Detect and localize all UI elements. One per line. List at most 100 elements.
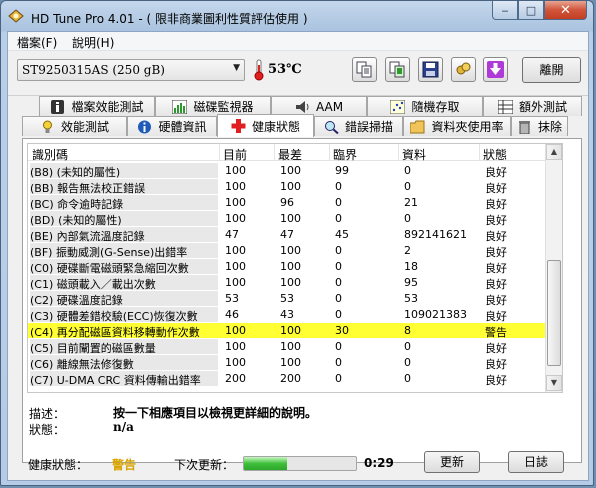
tab-erase[interactable]: 抹除 <box>511 116 568 136</box>
cell-id: (C7) U-DMA CRC 資料傳輸出錯率 <box>30 371 218 386</box>
scroll-up-icon[interactable]: ▲ <box>546 144 562 160</box>
cell-data: 0 <box>404 356 411 369</box>
hd-tune-app-icon <box>8 9 24 23</box>
table-row[interactable]: (BD) (未知的屬性) 100 100 0 0 良好 <box>28 211 562 227</box>
cell-threshold: 0 <box>335 340 342 353</box>
cell-current: 100 <box>225 324 246 337</box>
cell-worst: 100 <box>280 244 301 257</box>
tab-benchmark[interactable]: 效能測試 <box>22 116 127 136</box>
table-row[interactable]: (BC) 命令逾時記錄 100 96 0 21 良好 <box>28 195 562 211</box>
column-divider[interactable] <box>479 144 480 161</box>
tab-label: 硬體資訊 <box>158 120 207 134</box>
cell-id: (BE) 內部氣流溫度記錄 <box>30 227 218 242</box>
tab-info[interactable]: 硬體資訊 <box>127 116 217 136</box>
toolbar: ST9250315AS (250 gB) ▼ 53℃ 離開 <box>8 52 588 96</box>
vertical-scrollbar[interactable]: ▲ ▼ <box>545 144 562 392</box>
minimize-button[interactable]: ‒ <box>492 1 518 20</box>
cell-id: (C3) 硬體差錯校驗(ECC)恢復次數 <box>30 307 218 322</box>
cell-data: 95 <box>404 276 418 289</box>
smart-table-header: 識別碼 目前 最差 臨界 資料 狀態 <box>28 144 562 163</box>
cell-data: 2 <box>404 244 411 257</box>
column-divider[interactable] <box>219 144 220 161</box>
title-bar[interactable]: HD Tune Pro 4.01 - ( 限非商業圖利性質評估使用 ) ‒ □ … <box>1 1 593 31</box>
cell-worst: 96 <box>280 196 294 209</box>
health-status-value: 警告 <box>112 458 137 472</box>
column-divider[interactable] <box>274 144 275 161</box>
column-divider[interactable] <box>329 144 330 161</box>
tab-aam[interactable]: AAM <box>271 96 367 116</box>
tab-label: 檔案效能測試 <box>71 100 144 114</box>
speaker-icon <box>295 100 309 113</box>
tab-extra-tests[interactable]: 額外測試 <box>483 96 582 116</box>
update-button[interactable]: 更新 <box>424 451 480 473</box>
maximize-button[interactable]: □ <box>518 1 544 20</box>
cell-data: 0 <box>404 212 411 225</box>
copy-screenshot-button[interactable] <box>385 57 410 82</box>
tab-folder-usage[interactable]: 資料夾使用率 <box>403 116 511 136</box>
save-button[interactable] <box>418 57 443 82</box>
window-title: HD Tune Pro 4.01 - ( 限非商業圖利性質評估使用 ) <box>31 12 308 26</box>
download-button[interactable] <box>483 57 508 82</box>
cell-worst: 100 <box>280 164 301 177</box>
tab-file-benchmark[interactable]: 檔案效能測試 <box>39 96 155 116</box>
log-button[interactable]: 日誌 <box>508 451 564 473</box>
options-button[interactable] <box>451 57 476 82</box>
exit-button[interactable]: 離開 <box>522 57 581 83</box>
cell-worst: 100 <box>280 324 301 337</box>
table-row[interactable]: (C2) 硬碟溫度記錄 53 53 0 53 良好 <box>28 291 562 307</box>
header-data[interactable]: 資料 <box>402 146 426 163</box>
update-progress-bar <box>243 456 357 471</box>
cell-status: 良好 <box>485 182 507 195</box>
table-row[interactable]: (C1) 磁頭載入／載出次數 100 100 0 95 良好 <box>28 275 562 291</box>
description-text: 按一下相應項目以檢視更詳細的說明。 <box>113 406 318 420</box>
cell-id: (BD) (未知的屬性) <box>30 211 218 226</box>
cell-worst: 200 <box>280 372 301 385</box>
cell-id: (C2) 硬碟溫度記錄 <box>30 291 218 306</box>
table-row[interactable]: (B8) (未知的屬性) 100 100 99 0 良好 <box>28 163 562 179</box>
cell-data: 0 <box>404 180 411 193</box>
cell-data: 21 <box>404 196 418 209</box>
tab-label: 效能測試 <box>60 120 109 134</box>
cell-current: 100 <box>225 180 246 193</box>
table-row[interactable]: (BB) 報告無法校正錯誤 100 100 0 0 良好 <box>28 179 562 195</box>
header-threshold[interactable]: 臨界 <box>333 146 357 163</box>
copy-text-icon <box>356 61 372 78</box>
table-row[interactable]: (C6) 離線無法修復數 100 100 0 0 良好 <box>28 355 562 371</box>
header-worst[interactable]: 最差 <box>278 146 302 163</box>
header-id[interactable]: 識別碼 <box>32 146 68 163</box>
tab-random-access[interactable]: 隨機存取 <box>367 96 483 116</box>
table-row[interactable]: (C4) 再分配磁區資料移轉動作次數 100 100 30 8 警告 <box>28 323 562 339</box>
smart-table: 識別碼 目前 最差 臨界 資料 狀態 (B8) (未知的屬性) 100 100 99 0… <box>27 143 563 393</box>
table-row[interactable]: (C5) 目前闡置的磁區數量 100 100 0 0 良好 <box>28 339 562 355</box>
cell-data: 109021383 <box>404 308 467 321</box>
app-window: HD Tune Pro 4.01 - ( 限非商業圖利性質評估使用 ) ‒ □ … <box>0 0 594 486</box>
menu-help[interactable]: 說明(H) <box>72 34 114 51</box>
cell-worst: 47 <box>280 228 294 241</box>
cell-status: 良好 <box>485 214 507 227</box>
cell-threshold: 30 <box>335 324 349 337</box>
table-row[interactable]: (C3) 硬體差錯校驗(ECC)恢復次數 46 43 0 109021383 良好 <box>28 307 562 323</box>
header-status[interactable]: 狀態 <box>483 146 507 163</box>
close-button[interactable]: ✕ <box>544 1 587 20</box>
table-row[interactable]: (BE) 內部氣流溫度記錄 47 47 45 892141621 良好 <box>28 227 562 243</box>
tab-health[interactable]: 健康狀態 <box>217 114 314 137</box>
cell-current: 47 <box>225 228 239 241</box>
info-icon <box>51 99 65 114</box>
drive-select[interactable]: ST9250315AS (250 gB) ▼ <box>17 59 245 81</box>
cell-status: 警告 <box>485 326 507 339</box>
copy-text-button[interactable] <box>352 57 377 82</box>
header-current[interactable]: 目前 <box>223 146 247 163</box>
table-row[interactable]: (C7) U-DMA CRC 資料傳輸出錯率 200 200 0 0 良好 <box>28 371 562 387</box>
table-row[interactable]: (C0) 硬碟斷電磁頭緊急縮回次數 100 100 0 18 良好 <box>28 259 562 275</box>
scroll-down-icon[interactable]: ▼ <box>546 375 562 391</box>
column-divider[interactable] <box>398 144 399 161</box>
table-row[interactable]: (BF) 振動威測(G-Sense)出錯率 100 100 0 2 良好 <box>28 243 562 259</box>
tab-disk-monitor[interactable]: 磁碟監視器 <box>155 96 271 116</box>
cell-threshold: 99 <box>335 164 349 177</box>
scrollbar-thumb[interactable] <box>547 260 561 366</box>
cell-threshold: 0 <box>335 292 342 305</box>
cell-id: (BF) 振動威測(G-Sense)出錯率 <box>30 243 218 258</box>
tab-error-scan[interactable]: 錯誤掃描 <box>314 116 403 136</box>
menu-file[interactable]: 檔案(F) <box>17 34 57 51</box>
cell-status: 良好 <box>485 230 507 243</box>
